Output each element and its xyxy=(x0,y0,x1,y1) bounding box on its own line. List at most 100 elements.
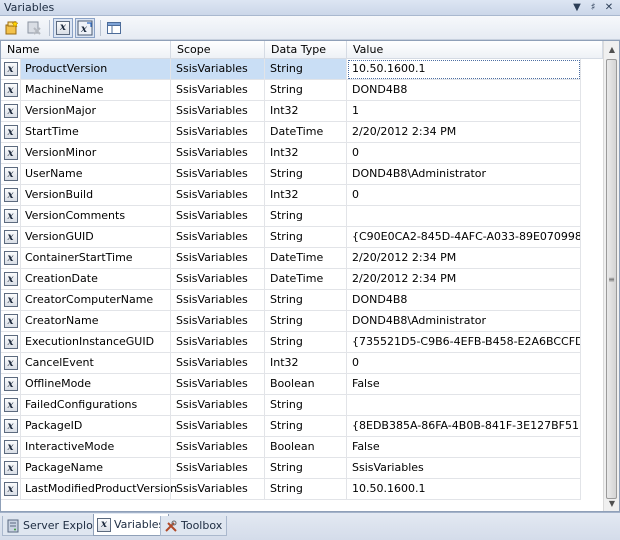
variable-name-cell[interactable]: LastModifiedProductVersion xyxy=(21,479,177,500)
variable-data-type-cell[interactable]: Int32 xyxy=(265,353,347,374)
variable-name-cell[interactable]: ContainerStartTime xyxy=(21,248,171,269)
variable-value-cell[interactable]: 0 xyxy=(347,185,581,206)
column-header-name[interactable]: Name xyxy=(1,41,171,59)
table-row[interactable]: x InteractiveMode SsisVariables Boolean Fals… xyxy=(1,437,603,458)
variable-scope-cell[interactable]: SsisVariables xyxy=(171,290,265,311)
variable-name-cell[interactable]: PackageName xyxy=(21,458,171,479)
variable-scope-cell[interactable]: SsisVariables xyxy=(171,227,265,248)
tab-variables[interactable]: x Variables xyxy=(93,514,170,536)
variable-value-cell[interactable]: 2/20/2012 2:34 PM xyxy=(347,269,581,290)
variable-data-type-cell[interactable]: String xyxy=(265,290,347,311)
variable-scope-cell[interactable]: SsisVariables xyxy=(171,248,265,269)
variable-data-type-cell[interactable]: String xyxy=(265,59,347,80)
variable-value-cell[interactable]: DOND4B8\Administrator xyxy=(347,311,581,332)
column-header-value[interactable]: Value xyxy=(347,41,603,59)
variable-data-type-cell[interactable]: DateTime xyxy=(265,248,347,269)
table-row[interactable]: x VersionMinor SsisVariables Int32 0 xyxy=(1,143,603,164)
variable-scope-cell[interactable]: SsisVariables xyxy=(171,185,265,206)
table-row[interactable]: x VersionMajor SsisVariables Int32 1 xyxy=(1,101,603,122)
variable-value-cell[interactable]: {735521D5-C9B6-4EFB-B458-E2A6BCCFD86C} xyxy=(347,332,581,353)
table-row[interactable]: x VersionComments SsisVariables String xyxy=(1,206,603,227)
variable-value-cell[interactable]: 2/20/2012 2:34 PM xyxy=(347,248,581,269)
table-row[interactable]: x ProductVersion SsisVariables String 10.50.… xyxy=(1,59,603,80)
variable-scope-cell[interactable]: SsisVariables xyxy=(171,416,265,437)
variable-value-cell[interactable]: 0 xyxy=(347,353,581,374)
variable-scope-cell[interactable]: SsisVariables xyxy=(171,143,265,164)
variable-value-cell[interactable]: 10.50.1600.1 xyxy=(347,59,581,80)
variable-value-cell[interactable] xyxy=(347,395,581,416)
variable-data-type-cell[interactable]: String xyxy=(265,332,347,353)
variable-scope-cell[interactable]: SsisVariables xyxy=(171,206,265,227)
variable-value-cell[interactable]: {C90E0CA2-845D-4AFC-A033-89E0709987D4} xyxy=(347,227,581,248)
variable-scope-cell[interactable]: SsisVariables xyxy=(171,122,265,143)
variable-scope-cell[interactable]: SsisVariables xyxy=(171,374,265,395)
variable-value-cell[interactable]: DOND4B8 xyxy=(347,80,581,101)
scroll-down-icon[interactable]: ▼ xyxy=(604,495,619,511)
variable-data-type-cell[interactable]: String xyxy=(265,311,347,332)
variable-name-cell[interactable]: ProductVersion xyxy=(21,59,171,80)
variable-data-type-cell[interactable]: Boolean xyxy=(265,374,347,395)
variable-data-type-cell[interactable]: String xyxy=(265,206,347,227)
variable-name-cell[interactable]: VersionGUID xyxy=(21,227,171,248)
variable-scope-cell[interactable]: SsisVariables xyxy=(171,269,265,290)
table-row[interactable]: x CreationDate SsisVariables DateTime 2/20/2… xyxy=(1,269,603,290)
variable-value-cell[interactable]: 0 xyxy=(347,143,581,164)
show-system-variables-button[interactable]: x xyxy=(53,17,73,38)
table-row[interactable]: x ContainerStartTime SsisVariables DateTime… xyxy=(1,248,603,269)
variable-value-cell[interactable]: SsisVariables xyxy=(347,458,581,479)
variable-scope-cell[interactable]: SsisVariables xyxy=(171,311,265,332)
choose-columns-button[interactable] xyxy=(104,18,124,38)
variable-value-cell[interactable]: {8EDB385A-86FA-4B0B-841F-3E127BF51ECE} xyxy=(347,416,581,437)
variable-data-type-cell[interactable]: DateTime xyxy=(265,269,347,290)
table-row[interactable]: x CreatorName SsisVariables String DOND4B8\A… xyxy=(1,311,603,332)
tab-toolbox[interactable]: Toolbox xyxy=(160,516,228,536)
add-variable-button[interactable] xyxy=(2,18,22,38)
variable-scope-cell[interactable]: SsisVariables xyxy=(171,101,265,122)
variable-data-type-cell[interactable]: String xyxy=(265,395,347,416)
table-row[interactable]: x PackageName SsisVariables String SsisVaria… xyxy=(1,458,603,479)
variable-value-cell[interactable]: False xyxy=(347,437,581,458)
window-menu-icon[interactable]: ▼ xyxy=(570,1,584,15)
variable-scope-cell[interactable]: SsisVariables xyxy=(171,164,265,185)
table-row[interactable]: x VersionBuild SsisVariables Int32 0 xyxy=(1,185,603,206)
pin-icon[interactable]: ♯ xyxy=(586,1,600,15)
variable-value-cell[interactable] xyxy=(347,206,581,227)
variable-data-type-cell[interactable]: String xyxy=(265,227,347,248)
variable-data-type-cell[interactable]: String xyxy=(265,164,347,185)
variable-name-cell[interactable]: VersionMinor xyxy=(21,143,171,164)
variable-value-cell[interactable]: 10.50.1600.1 xyxy=(347,479,581,500)
table-row[interactable]: x StartTime SsisVariables DateTime 2/20/2012… xyxy=(1,122,603,143)
variable-scope-cell[interactable]: SsisVariables xyxy=(171,59,265,80)
variable-data-type-cell[interactable]: String xyxy=(265,479,347,500)
table-row[interactable]: x ExecutionInstanceGUID SsisVariables Strin… xyxy=(1,332,603,353)
variable-scope-cell[interactable]: SsisVariables xyxy=(171,80,265,101)
variable-name-cell[interactable]: VersionComments xyxy=(21,206,171,227)
variable-data-type-cell[interactable]: Int32 xyxy=(265,101,347,122)
variable-value-cell[interactable]: 2/20/2012 2:34 PM xyxy=(347,122,581,143)
variable-value-cell[interactable]: 1 xyxy=(347,101,581,122)
show-all-variables-button[interactable]: x xyxy=(75,17,95,38)
variable-name-cell[interactable]: CreatorComputerName xyxy=(21,290,171,311)
table-row[interactable]: x LastModifiedProductVersion SsisVariables… xyxy=(1,479,603,500)
variable-data-type-cell[interactable]: Int32 xyxy=(265,185,347,206)
table-row[interactable]: x OfflineMode SsisVariables Boolean False xyxy=(1,374,603,395)
variable-scope-cell[interactable]: SsisVariables xyxy=(171,458,265,479)
variable-name-cell[interactable]: FailedConfigurations xyxy=(21,395,171,416)
delete-variable-button[interactable] xyxy=(24,18,44,38)
variable-data-type-cell[interactable]: String xyxy=(265,416,347,437)
table-row[interactable]: x VersionGUID SsisVariables String {C90E0CA2… xyxy=(1,227,603,248)
variable-data-type-cell[interactable]: Boolean xyxy=(265,437,347,458)
table-row[interactable]: x CancelEvent SsisVariables Int32 0 xyxy=(1,353,603,374)
table-row[interactable]: x FailedConfigurations SsisVariables String xyxy=(1,395,603,416)
variable-name-cell[interactable]: UserName xyxy=(21,164,171,185)
variable-name-cell[interactable]: StartTime xyxy=(21,122,171,143)
variable-name-cell[interactable]: CreationDate xyxy=(21,269,171,290)
table-row[interactable]: x CreatorComputerName SsisVariables String D… xyxy=(1,290,603,311)
variable-data-type-cell[interactable]: DateTime xyxy=(265,122,347,143)
column-header-data-type[interactable]: Data Type xyxy=(265,41,347,59)
variable-scope-cell[interactable]: SsisVariables xyxy=(171,437,265,458)
variable-name-cell[interactable]: ExecutionInstanceGUID xyxy=(21,332,171,353)
variable-name-cell[interactable]: CreatorName xyxy=(21,311,171,332)
close-icon[interactable]: ✕ xyxy=(602,1,616,15)
variable-name-cell[interactable]: PackageID xyxy=(21,416,171,437)
